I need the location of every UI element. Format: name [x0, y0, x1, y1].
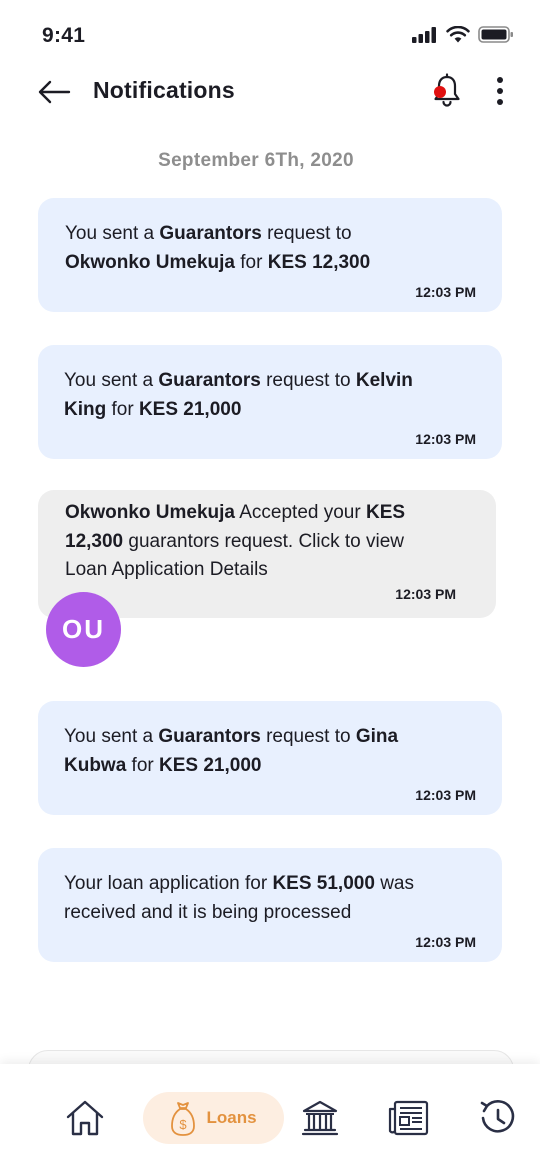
notification-time: 12:03 PM — [415, 934, 476, 950]
message-emphasis: KES 21,000 — [138, 398, 242, 420]
nav-news[interactable] — [386, 1092, 430, 1144]
message-emphasis: KES 21,000 — [159, 754, 262, 776]
notification-card-accepted[interactable]: Okwonko Umekuja Accepted your KES 12,300 … — [38, 490, 496, 618]
message-text: You sent a — [65, 223, 160, 244]
message-text: for — [235, 251, 268, 273]
notification-message: You sent a Guarantors request to Gina Kub… — [64, 723, 474, 780]
notification-message: Okwonko Umekuja Accepted your KES 12,300 … — [65, 499, 475, 585]
cellular-signal-icon — [412, 26, 436, 43]
notification-card[interactable]: You sent a Guarantors request to Okwonko … — [38, 198, 502, 312]
wifi-icon — [446, 26, 470, 43]
nav-loans[interactable]: $ Loans — [143, 1092, 284, 1144]
message-text: request to — [260, 370, 356, 391]
message-emphasis: KES 12,300 — [267, 251, 371, 273]
notification-card[interactable]: You sent a Guarantors request to Kelvin K… — [38, 345, 502, 459]
status-time: 9:41 — [42, 24, 86, 47]
nav-loans-label: Loans — [206, 1108, 257, 1127]
notification-time: 12:03 PM — [415, 431, 476, 447]
message-emphasis: Okwonko Umekuja — [65, 251, 235, 273]
more-dot — [497, 88, 503, 94]
avatar[interactable]: OU — [46, 592, 121, 667]
money-bag-icon: $ — [171, 1102, 196, 1136]
date-group-label: September 6Th, 2020 — [158, 150, 354, 171]
message-emphasis: 12,300 — [65, 530, 124, 552]
status-icons — [412, 26, 514, 43]
notification-card[interactable]: Your loan application for KES 51,000 was… — [38, 848, 502, 962]
unread-badge — [434, 86, 446, 98]
message-emphasis: King — [64, 398, 107, 420]
svg-text:$: $ — [180, 1117, 188, 1132]
notification-time: 12:03 PM — [415, 787, 476, 803]
notification-time: 12:03 PM — [395, 586, 456, 602]
status-bar: 9:41 — [0, 0, 540, 70]
more-options-button[interactable] — [488, 72, 512, 110]
message-emphasis: KES 51,000 — [272, 873, 375, 894]
message-text: Your loan application for — [64, 873, 273, 894]
message-text: was — [374, 873, 414, 894]
nav-home[interactable] — [62, 1092, 108, 1144]
message-text: request to — [261, 223, 352, 244]
notification-message: You sent a Guarantors request to Okwonko … — [65, 220, 475, 277]
notification-card[interactable]: You sent a Guarantors request to Gina Kub… — [38, 701, 502, 815]
message-emphasis: Okwonko Umekuja — [65, 502, 235, 523]
more-dot — [497, 77, 503, 83]
home-icon — [66, 1100, 104, 1136]
message-emphasis: Guarantors — [158, 726, 261, 747]
bottom-nav: $ Loans — [0, 1064, 540, 1170]
message-text: You sent a — [64, 726, 159, 747]
nav-bank[interactable] — [298, 1092, 342, 1144]
arrow-left-icon — [38, 80, 71, 104]
battery-icon — [478, 26, 513, 43]
bank-icon — [301, 1100, 339, 1136]
message-emphasis: KES — [365, 502, 406, 523]
message-emphasis: Gina — [355, 726, 399, 747]
message-text: Loan Application Details — [65, 559, 268, 580]
more-dot — [497, 99, 503, 105]
notification-message: You sent a Guarantors request to Kelvin K… — [64, 367, 474, 424]
nav-history[interactable] — [476, 1092, 520, 1144]
message-text: Accepted your — [235, 502, 366, 523]
message-emphasis: Guarantors — [158, 370, 261, 391]
notification-time: 12:03 PM — [415, 284, 476, 300]
history-icon — [480, 1100, 515, 1133]
message-emphasis: Kelvin — [355, 370, 413, 391]
message-text: received and it is being processed — [64, 901, 352, 923]
back-button[interactable] — [36, 74, 72, 110]
message-text: request to — [260, 726, 356, 747]
notification-message: Your loan application for KES 51,000 was… — [64, 870, 474, 927]
message-emphasis: Kubwa — [64, 754, 127, 776]
newspaper-icon — [388, 1100, 429, 1136]
message-text: You sent a — [64, 370, 159, 391]
app-header: Notifications — [0, 70, 540, 114]
message-text: guarantors request. Click to view — [123, 530, 405, 552]
message-text: for — [106, 398, 139, 420]
notification-bell-button[interactable] — [428, 72, 466, 110]
message-text: for — [126, 754, 160, 776]
message-emphasis: Guarantors — [159, 223, 262, 244]
page-title: Notifications — [93, 77, 235, 103]
